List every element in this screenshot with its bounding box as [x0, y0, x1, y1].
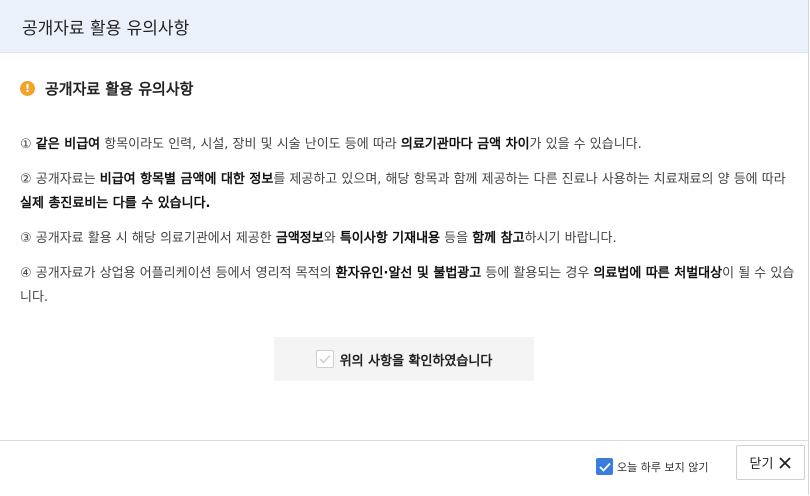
close-button[interactable]: 닫기 — [736, 445, 805, 480]
notice-text: 등에 활용되는 경우 — [481, 266, 594, 281]
notice-text: 비급여 항목별 금액에 대한 정보 — [99, 172, 274, 187]
dont-show-today-toggle[interactable]: 오늘 하루 보지 않기 — [596, 458, 708, 475]
confirm-label: 위의 사항을 확인하였습니다 — [339, 353, 493, 369]
notice-text: 실제 총진료비는 다를 수 있습니다. — [20, 196, 211, 211]
dont-show-today-label: 오늘 하루 보지 않기 — [617, 460, 709, 474]
notice-text: 금액정보 — [275, 231, 324, 246]
notice-item-3: ③ 공개자료 활용 시 해당 의료기관에서 제공한 금액정보와 특이사항 기재내… — [20, 227, 795, 251]
notice-item-1: ① 같은 비급여 항목이라도 인력, 시설, 장비 및 시술 난이도 등에 따라… — [20, 133, 795, 157]
notice-text: 항목이라도 인력, 시설, 장비 및 시술 난이도 등에 따라 — [100, 137, 401, 152]
section-title: 공개자료 활용 유의사항 — [45, 80, 194, 98]
notice-item-4: ④ 공개자료가 상업용 어플리케이션 등에서 영리적 목적의 환자유인·알선 및… — [20, 262, 795, 310]
section-heading: ! 공개자료 활용 유의사항 — [20, 78, 193, 99]
modal-footer: 오늘 하루 보지 않기 닫기 — [0, 440, 808, 496]
notice-text: 의료기관마다 금액 차이 — [400, 137, 530, 152]
notice-list: ① 같은 비급여 항목이라도 인력, 시설, 장비 및 시술 난이도 등에 따라… — [20, 133, 795, 321]
notice-text: ② 공개자료는 — [20, 172, 100, 187]
notice-text: 하시기 바랍니다. — [524, 231, 617, 246]
notice-text: 가 있을 수 있습니다. — [529, 137, 642, 152]
notice-text: ④ 공개자료가 상업용 어플리케이션 등에서 영리적 목적의 — [20, 266, 336, 281]
modal-title: 공개자료 활용 유의사항 — [22, 18, 190, 39]
notice-text: 특이사항 기재내용 — [339, 231, 441, 246]
notice-text: 환자유인·알선 및 불법광고 — [335, 266, 482, 281]
close-icon — [779, 456, 792, 469]
notice-text: ③ 공개자료 활용 시 해당 의료기관에서 제공한 — [20, 231, 276, 246]
notice-text: 와 — [323, 231, 340, 246]
notice-text: 를 제공하고 있으며, 해당 항목과 함께 제공하는 다른 진료나 사용하는 치… — [273, 172, 786, 187]
warning-circle-icon: ! — [20, 81, 35, 96]
confirm-checkbox-button[interactable]: 위의 사항을 확인하였습니다 — [274, 337, 534, 381]
close-button-label: 닫기 — [749, 457, 774, 472]
notice-text: 함께 참고 — [472, 231, 525, 246]
notice-text: 같은 비급여 — [35, 137, 101, 152]
notice-item-2: ② 공개자료는 비급여 항목별 금액에 대한 정보를 제공하고 있으며, 해당 … — [20, 168, 795, 216]
dont-show-today-checkbox[interactable] — [596, 458, 613, 475]
confirm-checkbox[interactable] — [315, 350, 334, 368]
notice-text: ① — [20, 137, 36, 152]
notice-text: 등을 — [440, 231, 473, 246]
modal-header: 공개자료 활용 유의사항 — [0, 0, 808, 53]
notice-text: 의료법에 따른 처벌대상 — [593, 266, 723, 281]
notice-modal: 공개자료 활용 유의사항 ! 공개자료 활용 유의사항 ① 같은 비급여 항목이… — [0, 0, 809, 496]
check-icon — [598, 462, 611, 472]
check-icon — [319, 354, 331, 364]
